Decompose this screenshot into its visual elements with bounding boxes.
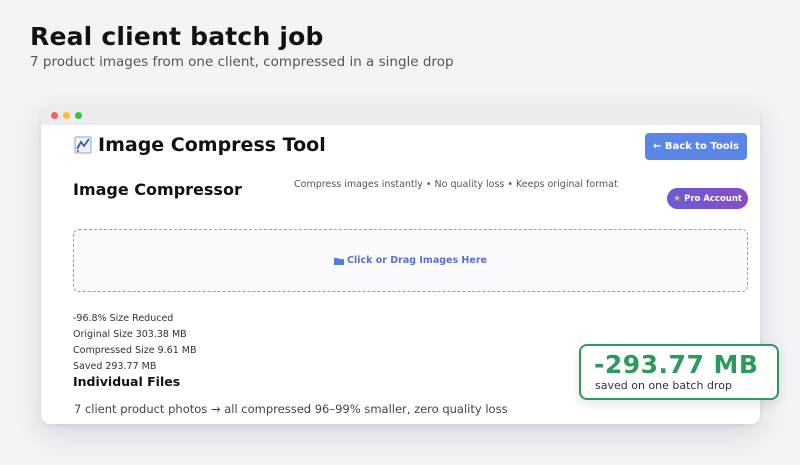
original-size-stat: Original Size 303.38 MB (73, 329, 187, 340)
folder-icon (334, 257, 345, 265)
summary-caption: 7 client product photos → all compressed… (74, 402, 508, 416)
compressed-size-stat: Compressed Size 9.61 MB (73, 345, 197, 356)
minimize-window-dot[interactable] (63, 112, 70, 119)
star-icon: ★ (673, 193, 682, 204)
size-reduced-stat: -96.8% Size Reduced (73, 313, 174, 324)
savings-value: -293.77 MB (594, 350, 759, 379)
saved-size-stat: Saved 293.77 MB (73, 361, 157, 372)
section-title: Image Compressor (73, 180, 242, 199)
compression-stats: -96.8% Size Reduced Original Size 303.38… (73, 311, 196, 375)
pro-account-badge[interactable]: ★ Pro Account (667, 188, 748, 209)
app-name: Image Compress Tool (98, 134, 326, 156)
chart-icon (74, 136, 92, 154)
pro-account-label: Pro Account (684, 193, 742, 204)
individual-files-heading: Individual Files (73, 374, 181, 389)
image-dropzone[interactable]: Click or Drag Images Here (73, 229, 748, 292)
tagline: Compress images instantly • No quality l… (294, 179, 618, 190)
page-title: Real client batch job (30, 22, 324, 51)
dropzone-label: Click or Drag Images Here (347, 255, 487, 266)
savings-callout: -293.77 MB saved on one batch drop (579, 344, 779, 400)
savings-label: saved on one batch drop (595, 379, 732, 392)
back-to-tools-button[interactable]: ← Back to Tools (645, 133, 747, 160)
maximize-window-dot[interactable] (75, 112, 82, 119)
close-window-dot[interactable] (51, 112, 58, 119)
window-titlebar (41, 106, 760, 125)
page-subtitle: 7 product images from one client, compre… (30, 54, 454, 70)
